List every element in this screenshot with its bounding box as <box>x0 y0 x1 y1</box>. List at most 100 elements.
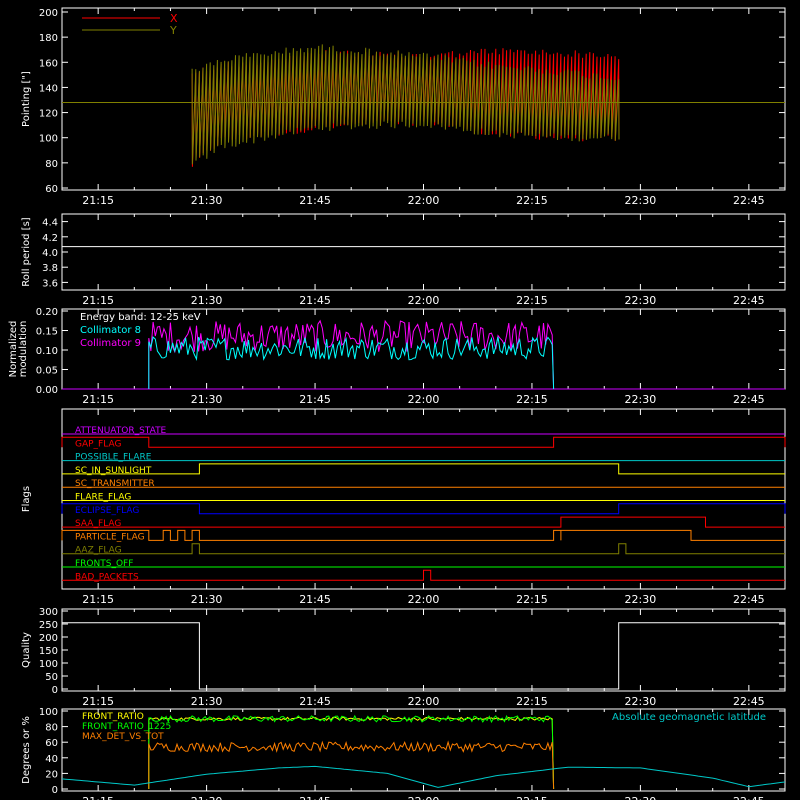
flag-line-eclipse-flag <box>61 503 786 515</box>
x-tick-label: 21:15 <box>82 593 114 606</box>
quality-panel: 21:15 21:30 21:45 22:00 22:15 22:30 22:45 Quali… <box>21 607 786 708</box>
y-axis-label: Roll period [s] <box>21 217 32 286</box>
y-tick-label: 160 <box>39 58 58 69</box>
y-tick-label: 0.20 <box>36 307 58 318</box>
y-tick-label: 180 <box>39 33 58 44</box>
x-tick-label: 22:00 <box>408 194 440 207</box>
x-tick-label: 21:45 <box>299 795 331 800</box>
y-tick-label: 4.2 <box>42 233 58 244</box>
x-tick-label: 21:15 <box>82 695 114 708</box>
x-tick-label: 21:30 <box>191 393 223 406</box>
x-tick-label: 22:30 <box>625 194 657 207</box>
x-tick-label: 22:45 <box>733 593 765 606</box>
series-front-ratio-1225-line <box>148 714 555 790</box>
flag-label: SAA_FLAG <box>75 519 121 529</box>
x-tick-label: 22:15 <box>516 795 548 800</box>
x-tick-label: 21:45 <box>299 294 331 307</box>
y-axis-label: modulation <box>18 321 29 378</box>
pointing-panel: 21:15 21:30 21:45 22:00 22:15 22:30 22:45 Point… <box>21 7 786 207</box>
x-tick-label: 21:45 <box>299 194 331 207</box>
y-tick-label: 3.8 <box>42 263 58 274</box>
x-tick-label: 21:45 <box>299 393 331 406</box>
flag-label: SC_IN_SUNLIGHT <box>75 466 152 476</box>
series-collimator-8-line <box>148 336 555 390</box>
flag-line-sc-in-sunlight <box>62 463 785 475</box>
panel-frame <box>61 408 786 590</box>
y-tick-label: 100 <box>39 134 58 145</box>
flag-line-saa-flag <box>62 516 785 528</box>
y-tick-label: 250 <box>39 620 58 631</box>
chart-canvas: 21:15 21:30 21:45 22:00 22:15 22:30 22:45 Point… <box>8 7 786 800</box>
x-tick-label: 22:15 <box>516 695 548 708</box>
flag-line-aaz-flag <box>62 543 785 555</box>
flag-label: GAP_FLAG <box>75 439 121 449</box>
y-tick-label: 20 <box>45 769 58 780</box>
x-tick-label: 22:45 <box>733 393 765 406</box>
y-tick-label: 0 <box>52 785 58 796</box>
y-tick-label: 200 <box>39 8 58 19</box>
y-tick-label: 200 <box>39 633 58 644</box>
y-tick-label: 3.6 <box>42 278 58 289</box>
x-tick-label: 21:30 <box>191 194 223 207</box>
y-tick-label: 0.15 <box>36 327 58 338</box>
x-tick-label: 22:15 <box>516 393 548 406</box>
flags-panel: 21:15 21:30 21:45 22:00 22:15 22:30 22:45 Flags… <box>21 408 786 606</box>
legend-label: Collimator 8 <box>80 325 141 336</box>
x-tick-label: 21:30 <box>191 795 223 800</box>
x-tick-label: 21:15 <box>82 393 114 406</box>
y-tick-label: 100 <box>39 659 58 670</box>
flag-line-gap-flag <box>61 436 786 448</box>
x-tick-label: 21:30 <box>191 294 223 307</box>
panel-frame <box>61 213 786 291</box>
y-tick-label: 60 <box>45 184 58 195</box>
y-tick-label: 0.10 <box>36 346 58 357</box>
degrees-panel: 21:15 21:30 21:45 22:00 22:15 22:30 22:45 Degre… <box>21 707 786 800</box>
legend-label: MAX_DET_VS_TOT <box>82 732 164 742</box>
legend-label: Collimator 9 <box>80 338 141 349</box>
x-tick-label: 21:45 <box>299 593 331 606</box>
x-tick-label: 22:30 <box>625 294 657 307</box>
x-tick-label: 22:45 <box>733 695 765 708</box>
x-tick-label: 22:15 <box>516 593 548 606</box>
modulation-panel: 21:15 21:30 21:45 22:00 22:15 22:30 22:45Norma… <box>8 307 786 406</box>
series-collimator-9-line <box>148 319 555 390</box>
x-tick-label: 22:00 <box>408 294 440 307</box>
flag-label: PARTICLE_FLAG <box>75 532 145 542</box>
y-tick-label: 140 <box>39 83 58 94</box>
flag-label: BAD_PACKETS <box>75 572 139 582</box>
geomagnetic-latitude-curve <box>61 765 786 788</box>
x-tick-label: 21:15 <box>82 194 114 207</box>
y-axis-label: Pointing ["] <box>21 71 32 127</box>
y-tick-label: 0 <box>52 685 58 696</box>
x-tick-label: 21:30 <box>191 695 223 708</box>
x-tick-label: 22:15 <box>516 294 548 307</box>
x-tick-label: 22:30 <box>625 695 657 708</box>
series-front-ratio-line <box>148 716 555 790</box>
flag-label: FLARE_FLAG <box>75 493 131 503</box>
x-tick-label: 21:30 <box>191 593 223 606</box>
y-axis-label: Quality <box>21 632 32 668</box>
y-axis-label: Degrees or % <box>21 716 32 784</box>
y-tick-label: 0.05 <box>36 366 58 377</box>
energy-band-annotation: Energy band: 12-25 keV <box>80 312 201 323</box>
y-tick-label: 80 <box>45 159 58 170</box>
x-tick-label: 22:00 <box>408 593 440 606</box>
y-tick-label: 300 <box>39 607 58 618</box>
y-tick-label: 4.4 <box>42 218 58 229</box>
x-tick-label: 22:45 <box>733 194 765 207</box>
x-tick-label: 22:00 <box>408 393 440 406</box>
x-tick-label: 21:45 <box>299 695 331 708</box>
legend-label: FRONT_RATIO <box>82 712 144 722</box>
x-tick-label: 22:30 <box>625 795 657 800</box>
flag-line-bad-packets <box>62 569 785 581</box>
legend-label: Y <box>169 24 177 37</box>
y-tick-label: 60 <box>45 738 58 749</box>
panel-frame <box>61 608 786 692</box>
x-tick-label: 22:30 <box>625 393 657 406</box>
flag-line-particle-flag <box>61 529 785 541</box>
x-tick-label: 21:15 <box>82 795 114 800</box>
y-axis-label: Flags <box>21 486 32 512</box>
x-tick-label: 22:30 <box>625 593 657 606</box>
quality-line <box>62 622 785 690</box>
series-max-det-vs-tot-line <box>148 740 555 790</box>
